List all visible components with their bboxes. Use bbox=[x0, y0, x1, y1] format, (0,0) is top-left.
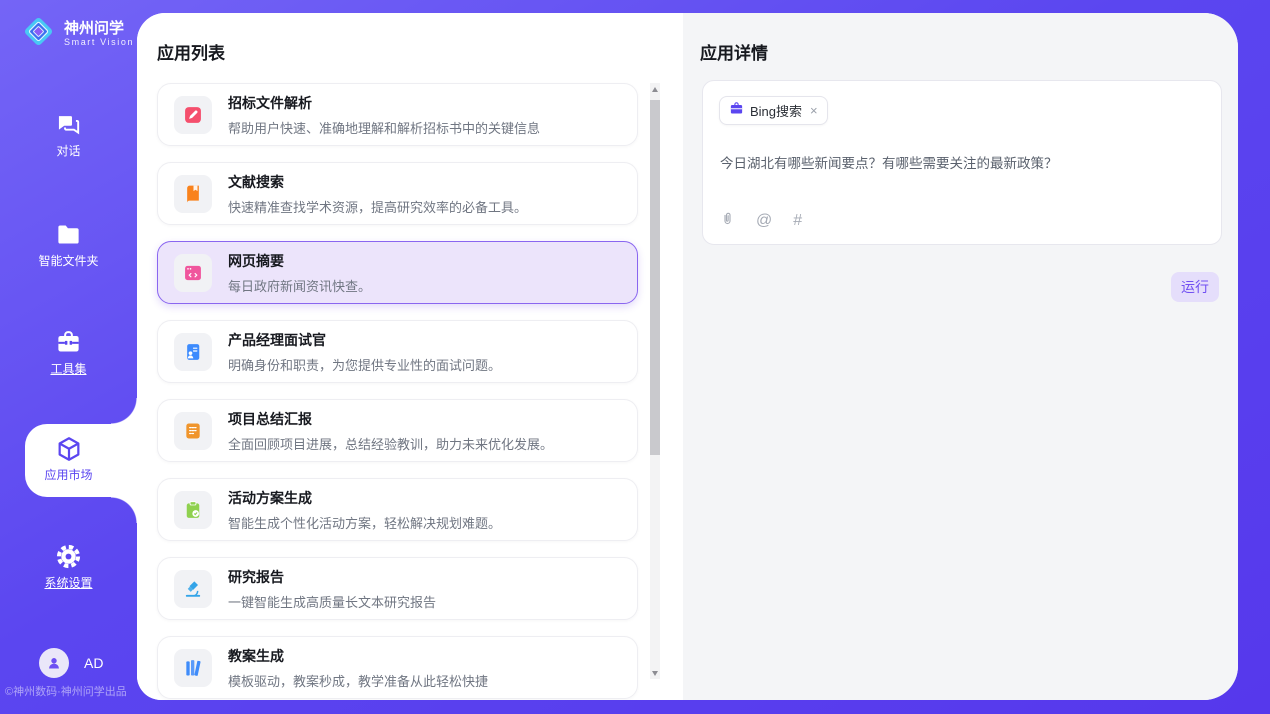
browser-code-icon bbox=[174, 254, 212, 292]
cube-icon bbox=[0, 435, 137, 463]
app-card-desc: 一键智能生成高质量长文本研究报告 bbox=[228, 592, 436, 611]
app-card-desc: 帮助用户快速、准确地理解和解析招标书中的关键信息 bbox=[228, 118, 540, 137]
app-card-desc: 明确身份和职责，为您提供专业性的面试问题。 bbox=[228, 355, 501, 374]
composer-toolbar: @ # bbox=[720, 210, 802, 232]
sidebar-item-settings-label: 系统设置 bbox=[44, 574, 92, 591]
brand-name: 神州问学 bbox=[64, 20, 134, 37]
user-initials: AD bbox=[84, 655, 103, 671]
sidebar-item-app-market-label: 应用市场 bbox=[44, 466, 92, 483]
brand-logo: 神州问学 Smart Vision bbox=[20, 13, 134, 55]
active-tab-bottom-curve bbox=[111, 497, 137, 523]
tool-chip-bing-search[interactable]: Bing搜索 × bbox=[719, 96, 828, 125]
scrollbar-up-button[interactable] bbox=[650, 83, 660, 95]
app-detail-panel: 应用详情 Bing搜索 × 今日湖北有哪些新闻要点？有哪些需要关注的最新政策？ bbox=[683, 13, 1238, 700]
sidebar-item-smart-folder[interactable]: 智能文件夹 bbox=[0, 221, 137, 270]
paperclip-icon[interactable] bbox=[720, 210, 735, 232]
app-card-title: 项目总结汇报 bbox=[228, 409, 553, 429]
query-text[interactable]: 今日湖北有哪些新闻要点？有哪些需要关注的最新政策？ bbox=[720, 152, 1205, 172]
app-list-panel: 应用列表 招标文件解析 帮助用户快速、准确地理解和解析招标书中的关键信息 bbox=[137, 13, 683, 700]
app-card-title: 网页摘要 bbox=[228, 251, 371, 271]
chat-icon bbox=[0, 111, 137, 139]
triangle-down-icon bbox=[652, 671, 658, 676]
app-card-research-report[interactable]: 研究报告 一键智能生成高质量长文本研究报告 bbox=[157, 557, 638, 620]
notepad-icon bbox=[174, 412, 212, 450]
sidebar-item-settings[interactable]: 系统设置 bbox=[0, 543, 137, 592]
sidebar-item-app-market[interactable]: 应用市场 bbox=[25, 424, 137, 497]
app-card-desc: 全面回顾项目进展，总结经验教训，助力未来优化发展。 bbox=[228, 434, 553, 453]
app-card-list: 招标文件解析 帮助用户快速、准确地理解和解析招标书中的关键信息 文献搜索 快速精… bbox=[157, 83, 638, 700]
app-card-title: 产品经理面试官 bbox=[228, 330, 501, 350]
app-card-title: 招标文件解析 bbox=[228, 93, 540, 113]
scrollbar-thumb[interactable] bbox=[650, 100, 660, 455]
brand-subtitle: Smart Vision bbox=[64, 37, 134, 47]
gear-icon bbox=[0, 543, 137, 571]
user-account[interactable]: AD bbox=[39, 648, 103, 678]
app-detail-title: 应用详情 bbox=[700, 39, 768, 64]
app-card-event-plan[interactable]: 活动方案生成 智能生成个性化活动方案，轻松解决规划难题。 bbox=[157, 478, 638, 541]
close-icon[interactable]: × bbox=[810, 104, 818, 117]
brand-diamond-icon bbox=[20, 13, 57, 55]
sidebar: 神州问学 Smart Vision 对话 智能文件夹 bbox=[0, 0, 137, 714]
list-scrollbar[interactable] bbox=[650, 83, 660, 679]
app-list-title: 应用列表 bbox=[157, 39, 225, 64]
query-input-card[interactable]: Bing搜索 × 今日湖北有哪些新闻要点？有哪些需要关注的最新政策？ @ # bbox=[702, 80, 1222, 245]
briefcase-icon bbox=[729, 101, 744, 121]
app-card-literature-search[interactable]: 文献搜索 快速精准查找学术资源，提高研究效率的必备工具。 bbox=[157, 162, 638, 225]
hash-tag-icon[interactable]: # bbox=[793, 213, 802, 229]
app-card-title: 研究报告 bbox=[228, 567, 436, 587]
clipboard-check-icon bbox=[174, 491, 212, 529]
book-icon bbox=[174, 175, 212, 213]
avatar bbox=[39, 648, 69, 678]
sidebar-item-toolset[interactable]: 工具集 bbox=[0, 329, 137, 378]
books-icon bbox=[174, 649, 212, 687]
copyright-footer: ©神州数码·神州问学出品 bbox=[5, 683, 127, 699]
content-frame: 应用列表 招标文件解析 帮助用户快速、准确地理解和解析招标书中的关键信息 bbox=[137, 13, 1238, 700]
sidebar-item-chat[interactable]: 对话 bbox=[0, 111, 137, 160]
app-card-desc: 智能生成个性化活动方案，轻松解决规划难题。 bbox=[228, 513, 501, 532]
folder-icon bbox=[0, 221, 137, 249]
app-card-bid-document-parse[interactable]: 招标文件解析 帮助用户快速、准确地理解和解析招标书中的关键信息 bbox=[157, 83, 638, 146]
app-card-project-summary[interactable]: 项目总结汇报 全面回顾项目进展，总结经验教训，助力未来优化发展。 bbox=[157, 399, 638, 462]
sidebar-item-toolset-label: 工具集 bbox=[50, 360, 86, 377]
app-card-title: 活动方案生成 bbox=[228, 488, 501, 508]
scrollbar-down-button[interactable] bbox=[650, 667, 660, 679]
run-button[interactable]: 运行 bbox=[1171, 272, 1219, 302]
sidebar-item-smart-folder-label: 智能文件夹 bbox=[38, 252, 98, 269]
tool-chip-label: Bing搜索 bbox=[750, 101, 802, 120]
app-card-title: 教案生成 bbox=[228, 646, 488, 666]
person-doc-icon bbox=[174, 333, 212, 371]
app-card-desc: 模板驱动，教案秒成，教学准备从此轻松快捷 bbox=[228, 671, 488, 690]
app-card-desc: 快速精准查找学术资源，提高研究效率的必备工具。 bbox=[228, 197, 527, 216]
app-card-pm-interviewer[interactable]: 产品经理面试官 明确身份和职责，为您提供专业性的面试问题。 bbox=[157, 320, 638, 383]
active-tab-top-curve bbox=[111, 398, 137, 424]
app-card-title: 文献搜索 bbox=[228, 172, 527, 192]
triangle-up-icon bbox=[652, 87, 658, 92]
app-card-desc: 每日政府新闻资讯快查。 bbox=[228, 276, 371, 295]
toolbox-icon bbox=[0, 329, 137, 357]
microscope-icon bbox=[174, 570, 212, 608]
at-mention-icon[interactable]: @ bbox=[756, 213, 772, 229]
edit-square-icon bbox=[174, 96, 212, 134]
app-card-web-summary[interactable]: 网页摘要 每日政府新闻资讯快查。 bbox=[157, 241, 638, 304]
app-card-lesson-plan[interactable]: 教案生成 模板驱动，教案秒成，教学准备从此轻松快捷 bbox=[157, 636, 638, 699]
sidebar-item-chat-label: 对话 bbox=[56, 142, 80, 159]
